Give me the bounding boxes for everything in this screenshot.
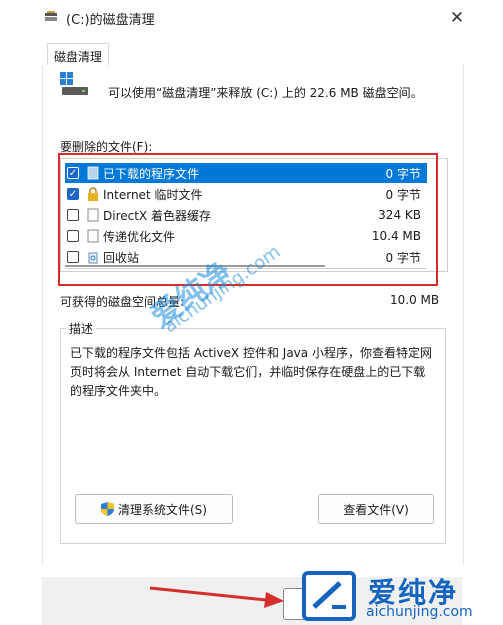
title-bar: (C:)的磁盘清理 ✕ [0,0,503,36]
file-size: 324 KB [378,208,421,222]
description-title: 描述 [66,320,97,337]
window-title: (C:)的磁盘清理 [66,13,155,28]
file-size: 0 字节 [385,187,421,202]
file-size: 10.4 MB [371,229,421,243]
checkbox-internet-temp[interactable]: ✓ [67,188,79,200]
file-row-delivery-optimization[interactable]: 传递优化文件 10.4 MB [65,226,427,246]
cleanup-system-files-button[interactable]: 清理系统文件(S) [75,494,233,524]
description-text: 已下载的程序文件包括 ActiveX 控件和 Java 小程序，你查看特定网页时… [70,346,432,398]
folder-icon [87,166,99,180]
close-icon: ✕ [449,8,465,28]
cleanup-system-files-label: 清理系统文件(S) [118,502,207,517]
view-files-button[interactable]: 查看文件(V) [318,494,434,524]
checkbox-downloaded-programs[interactable]: ✓ [67,167,79,179]
total-space-value: 10.0 MB [390,293,440,307]
document-icon [87,229,99,243]
disk-cleanup-icon [45,11,57,21]
file-size: 0 字节 [385,166,421,181]
files-label: 要删除的文件(F): [60,140,153,154]
checkbox-directx-cache[interactable] [67,209,79,221]
annotation-arrow-icon [149,586,284,608]
tab-bar: 磁盘清理 [42,40,462,68]
intro-text: 可以使用“磁盘清理”来释放 (C:) 上的 22.6 MB 磁盘空间。 [108,86,423,100]
file-name: Internet 临时文件 [103,187,203,202]
file-name: 传递优化文件 [103,229,176,244]
file-name: DirectX 着色器缓存 [103,208,211,223]
file-name: 已下载的程序文件 [103,166,200,181]
file-row-directx-cache[interactable]: DirectX 着色器缓存 324 KB [65,205,427,225]
file-row-internet-temp[interactable]: ✓ Internet 临时文件 0 字节 [65,184,427,204]
checkbox-delivery-optimization[interactable] [67,230,79,242]
brand-url: aichunjing.com [366,604,473,620]
brand-logo-icon [302,571,356,621]
recycle-bin-icon [87,250,99,264]
document-icon [87,208,99,222]
file-row-downloaded-programs[interactable]: ✓ 已下载的程序文件 0 字节 [65,163,427,183]
lock-icon [87,187,99,201]
checkbox-recycle-bin[interactable] [67,251,79,263]
close-button[interactable]: ✕ [440,4,474,32]
shield-icon [101,502,114,516]
windows-drive-icon [60,72,88,95]
